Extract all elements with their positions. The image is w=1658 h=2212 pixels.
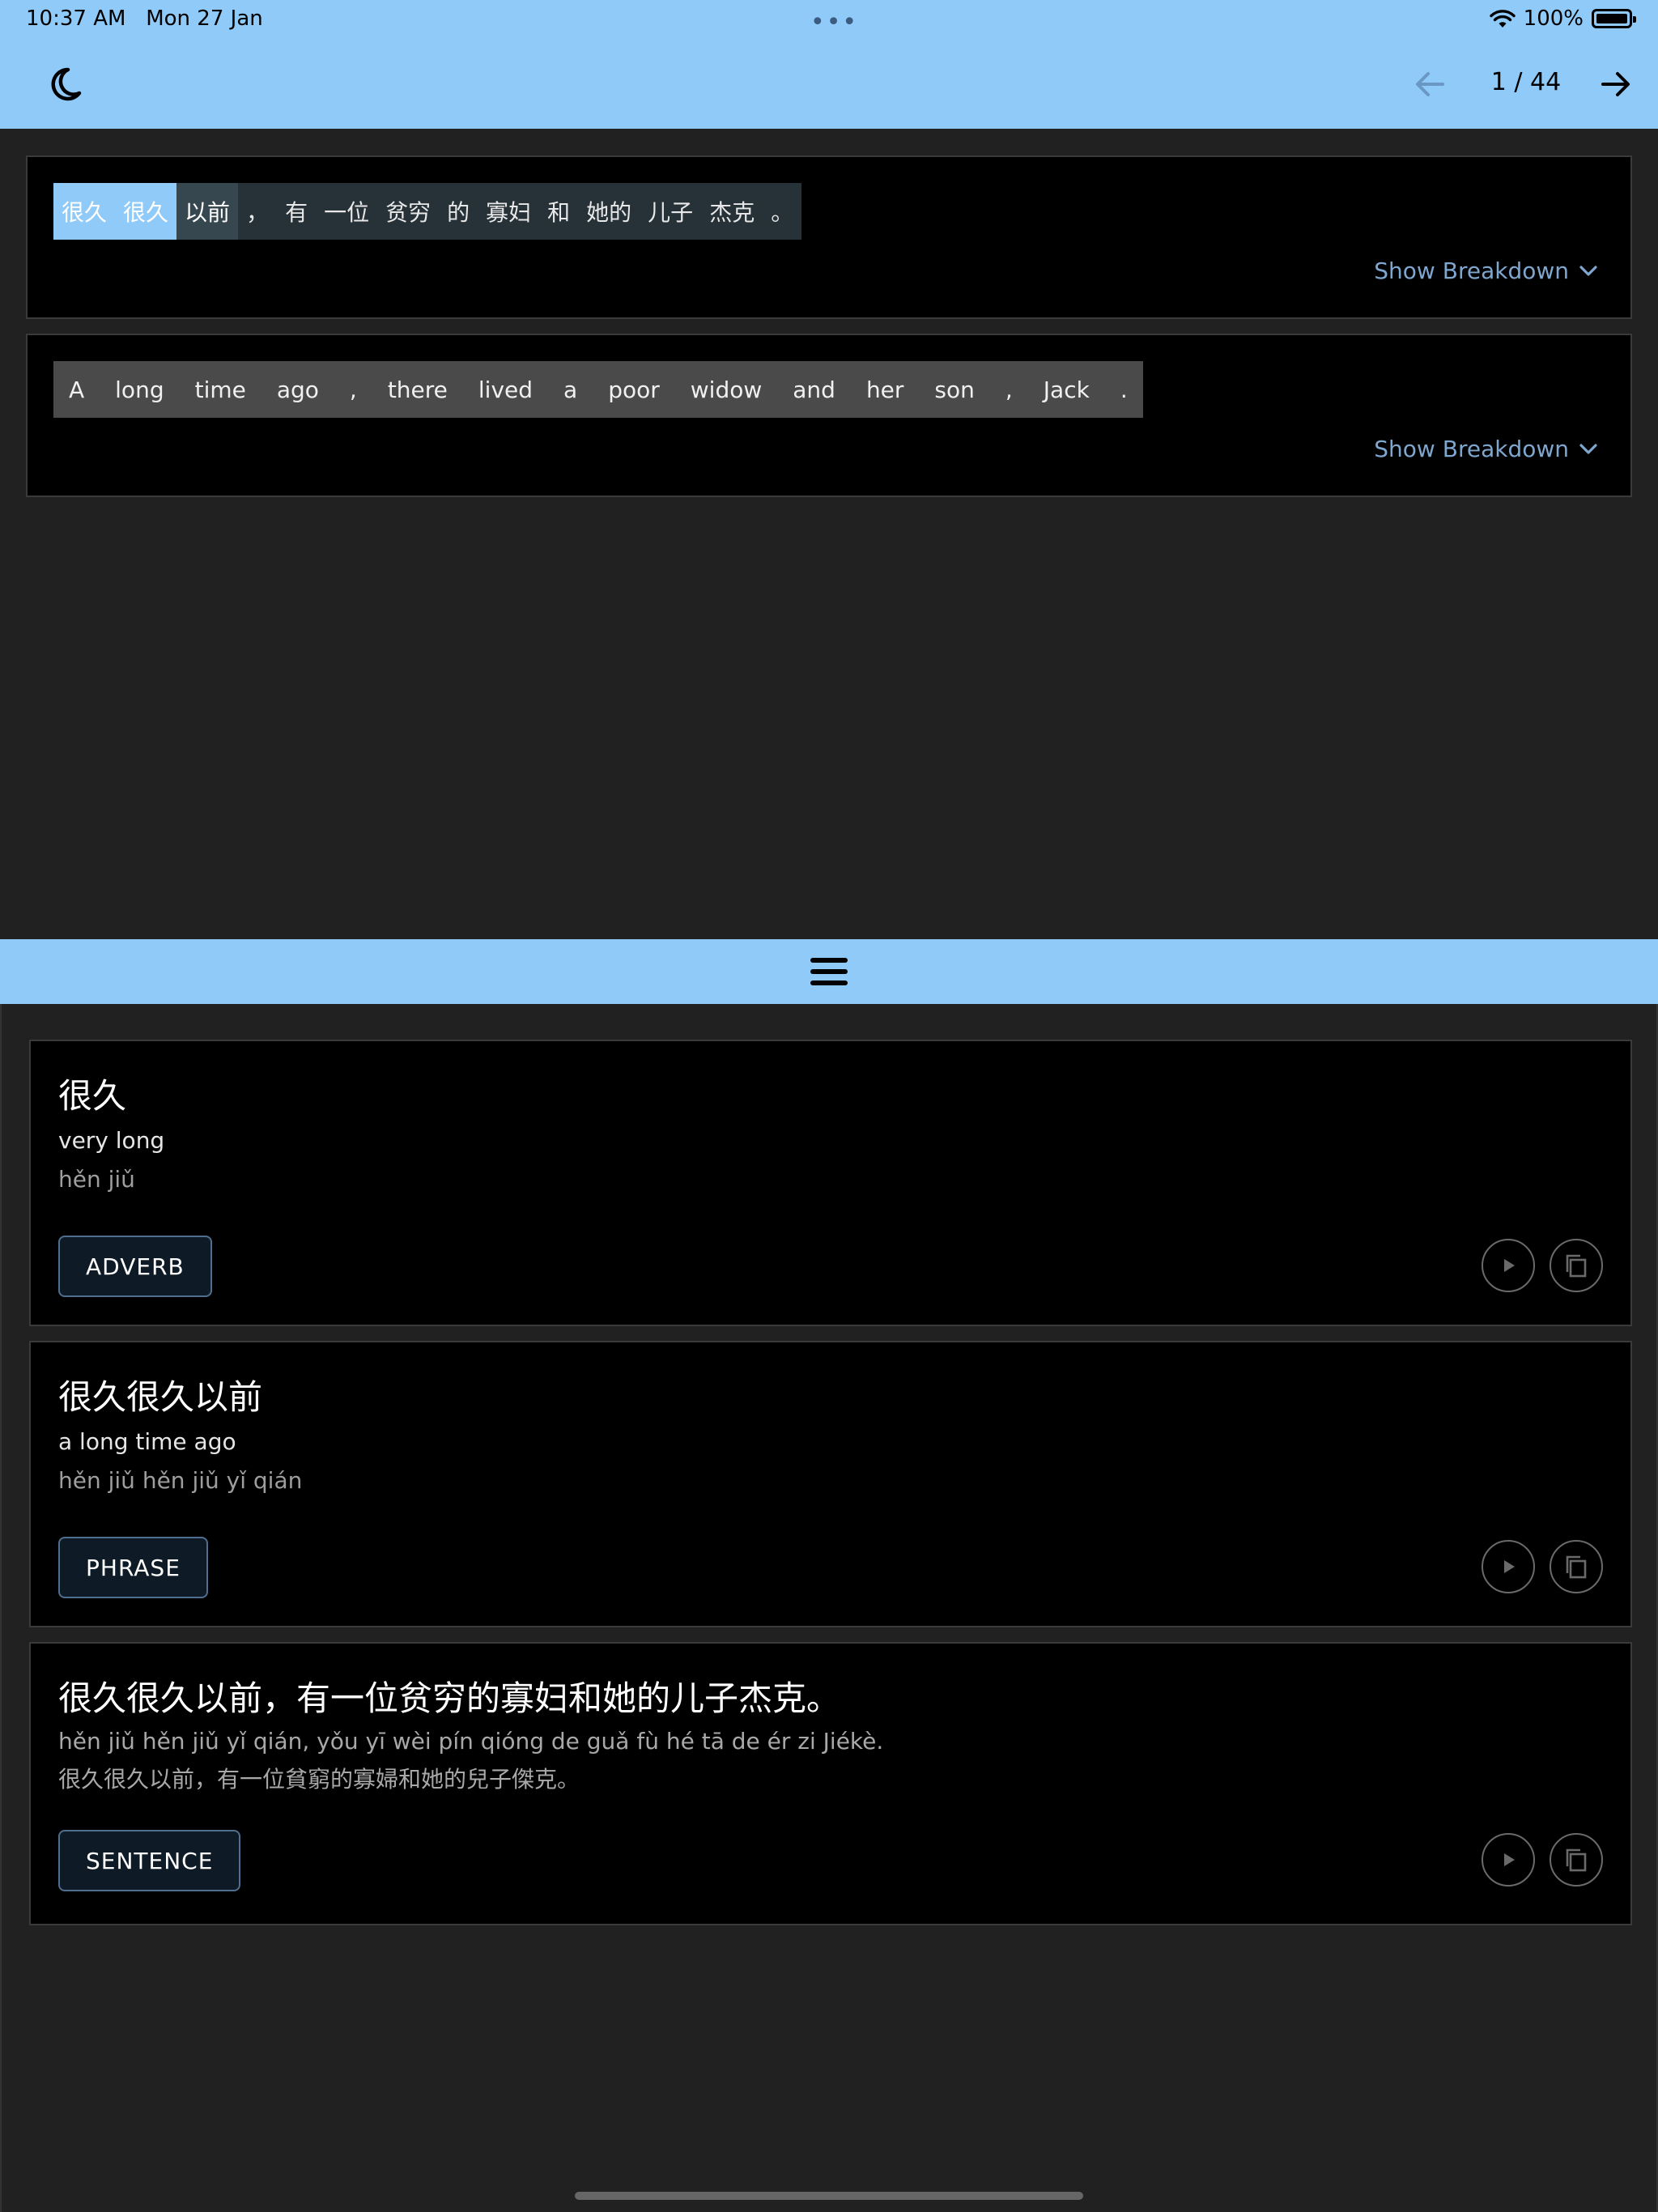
sentence-token[interactable]: time xyxy=(179,361,261,418)
arrow-left-icon[interactable] xyxy=(1409,63,1451,105)
chevron-down-icon xyxy=(1579,265,1597,276)
copy-button[interactable] xyxy=(1550,1239,1603,1292)
play-icon xyxy=(1504,1853,1515,1866)
entry-meaning: a long time ago xyxy=(58,1428,236,1455)
part-of-speech-tag: ADVERB xyxy=(58,1236,212,1297)
sentence-token[interactable]: 寡妇 xyxy=(478,183,540,240)
sentence-token[interactable]: a xyxy=(548,361,593,418)
arrow-right-icon[interactable] xyxy=(1595,63,1637,105)
sentence-token[interactable]: , xyxy=(989,361,1028,418)
status-date: Mon 27 Jan xyxy=(146,6,263,31)
show-breakdown-button[interactable]: Show Breakdown xyxy=(1374,257,1598,284)
sentence-token[interactable]: 杰克 xyxy=(701,183,763,240)
sentence-token[interactable]: ago xyxy=(261,361,334,418)
part-of-speech-tag: SENTENCE xyxy=(58,1830,241,1891)
wifi-icon xyxy=(1489,10,1516,28)
dictionary-panel: 很久 very long hěn jiǔ ADVERB 很久很久以前 a lon… xyxy=(0,1004,1658,2212)
entry-word: 很久很久以前 xyxy=(58,1377,263,1417)
status-right: 100% xyxy=(1489,6,1636,31)
sentence-token[interactable]: son xyxy=(919,361,990,418)
sentence-token[interactable]: , xyxy=(334,361,372,418)
show-breakdown-label: Show Breakdown xyxy=(1374,257,1569,284)
sentence-token[interactable]: 以前 xyxy=(176,183,239,240)
sentence-token[interactable]: A xyxy=(53,361,100,418)
sentence-token[interactable]: her xyxy=(850,361,920,418)
home-indicator[interactable] xyxy=(575,2192,1083,2200)
show-breakdown-button[interactable]: Show Breakdown xyxy=(1374,436,1598,462)
multitasking-dots[interactable]: ••• xyxy=(810,8,858,36)
play-audio-button[interactable] xyxy=(1482,1833,1535,1887)
sentence-token[interactable]: 的 xyxy=(439,183,478,240)
dictionary-entry-card: 很久 very long hěn jiǔ ADVERB xyxy=(29,1040,1632,1326)
sentence-token[interactable]: 和 xyxy=(539,183,579,240)
english-token-row: Along time ago, there lived a poor widow and her s… xyxy=(53,361,1143,418)
entry-sentence: 很久很久以前，有一位贫穷的寡妇和她的儿子杰克。 xyxy=(58,1678,841,1718)
status-time-date: 10:37 AM Mon 27 Jan xyxy=(26,6,263,31)
chinese-token-row: 很久 很久 以前，有一位 贫穷的寡妇和她的 儿子 杰克。 xyxy=(53,183,802,240)
top-app-bar: 10:37 AM Mon 27 Jan ••• 100% 1 / 44 xyxy=(0,0,1658,129)
sentence-token[interactable]: Jack xyxy=(1027,361,1105,418)
entry-traditional: 很久很久以前，有一位貧窮的寡婦和她的兒子傑克。 xyxy=(58,1766,580,1793)
copy-button[interactable] xyxy=(1550,1833,1603,1887)
play-icon xyxy=(1504,1560,1515,1573)
part-of-speech-tag: PHRASE xyxy=(58,1537,208,1598)
show-breakdown-label: Show Breakdown xyxy=(1374,436,1569,462)
sentence-token[interactable]: poor xyxy=(593,361,675,418)
sentence-token[interactable]: 很久 xyxy=(115,183,177,240)
moon-icon[interactable] xyxy=(45,65,84,104)
entry-pinyin: hěn jiǔ xyxy=(58,1166,135,1193)
sentence-token[interactable]: 她的 xyxy=(578,183,640,240)
entry-pinyin: hěn jiǔ hěn jiǔ yǐ qián xyxy=(58,1467,303,1494)
copy-icon xyxy=(1566,1848,1587,1872)
chinese-sentence-card: 很久 很久 以前，有一位 贫穷的寡妇和她的 儿子 杰克。 Show Breakdown xyxy=(26,155,1632,319)
copy-icon xyxy=(1566,1555,1587,1579)
sentence-token[interactable]: 很久 xyxy=(53,183,116,240)
sentence-token[interactable]: 贫穷 xyxy=(377,183,440,240)
english-sentence-card: Along time ago, there lived a poor widow and her s… xyxy=(26,334,1632,497)
sentence-token[interactable]: 。 xyxy=(763,183,802,240)
drag-handle-icon xyxy=(810,958,848,985)
sentence-token[interactable]: there xyxy=(372,361,463,418)
copy-icon xyxy=(1566,1254,1587,1278)
entry-pinyin: hěn jiǔ hěn jiǔ yǐ qián, yǒu yī wèi pín … xyxy=(58,1728,884,1755)
battery-icon xyxy=(1592,9,1636,28)
panel-resize-handle[interactable] xyxy=(0,939,1658,1004)
sentence-token[interactable]: widow xyxy=(674,361,778,418)
status-time: 10:37 AM xyxy=(26,6,126,31)
page-indicator: 1 / 44 xyxy=(1490,68,1562,96)
entry-word: 很久 xyxy=(58,1076,127,1116)
play-audio-button[interactable] xyxy=(1482,1239,1535,1292)
sentence-token[interactable]: 儿子 xyxy=(640,183,702,240)
sentence-token[interactable]: and xyxy=(777,361,851,418)
sentence-token[interactable]: 一位 xyxy=(316,183,378,240)
sentence-token[interactable]: lived xyxy=(462,361,549,418)
dictionary-entry-card: 很久很久以前 a long time ago hěn jiǔ hěn jiǔ y… xyxy=(29,1341,1632,1627)
chevron-down-icon xyxy=(1579,443,1597,454)
dictionary-entry-card: 很久很久以前，有一位贫穷的寡妇和她的儿子杰克。 hěn jiǔ hěn jiǔ … xyxy=(29,1642,1632,1925)
entry-meaning: very long xyxy=(58,1127,165,1154)
play-icon xyxy=(1504,1259,1515,1272)
play-audio-button[interactable] xyxy=(1482,1540,1535,1593)
copy-button[interactable] xyxy=(1550,1540,1603,1593)
sentence-token[interactable]: 有 xyxy=(277,183,317,240)
battery-percent: 100% xyxy=(1523,6,1584,31)
sentence-token[interactable]: long xyxy=(100,361,180,418)
sentence-token[interactable]: ， xyxy=(238,183,278,240)
sentence-token[interactable]: . xyxy=(1104,361,1143,418)
